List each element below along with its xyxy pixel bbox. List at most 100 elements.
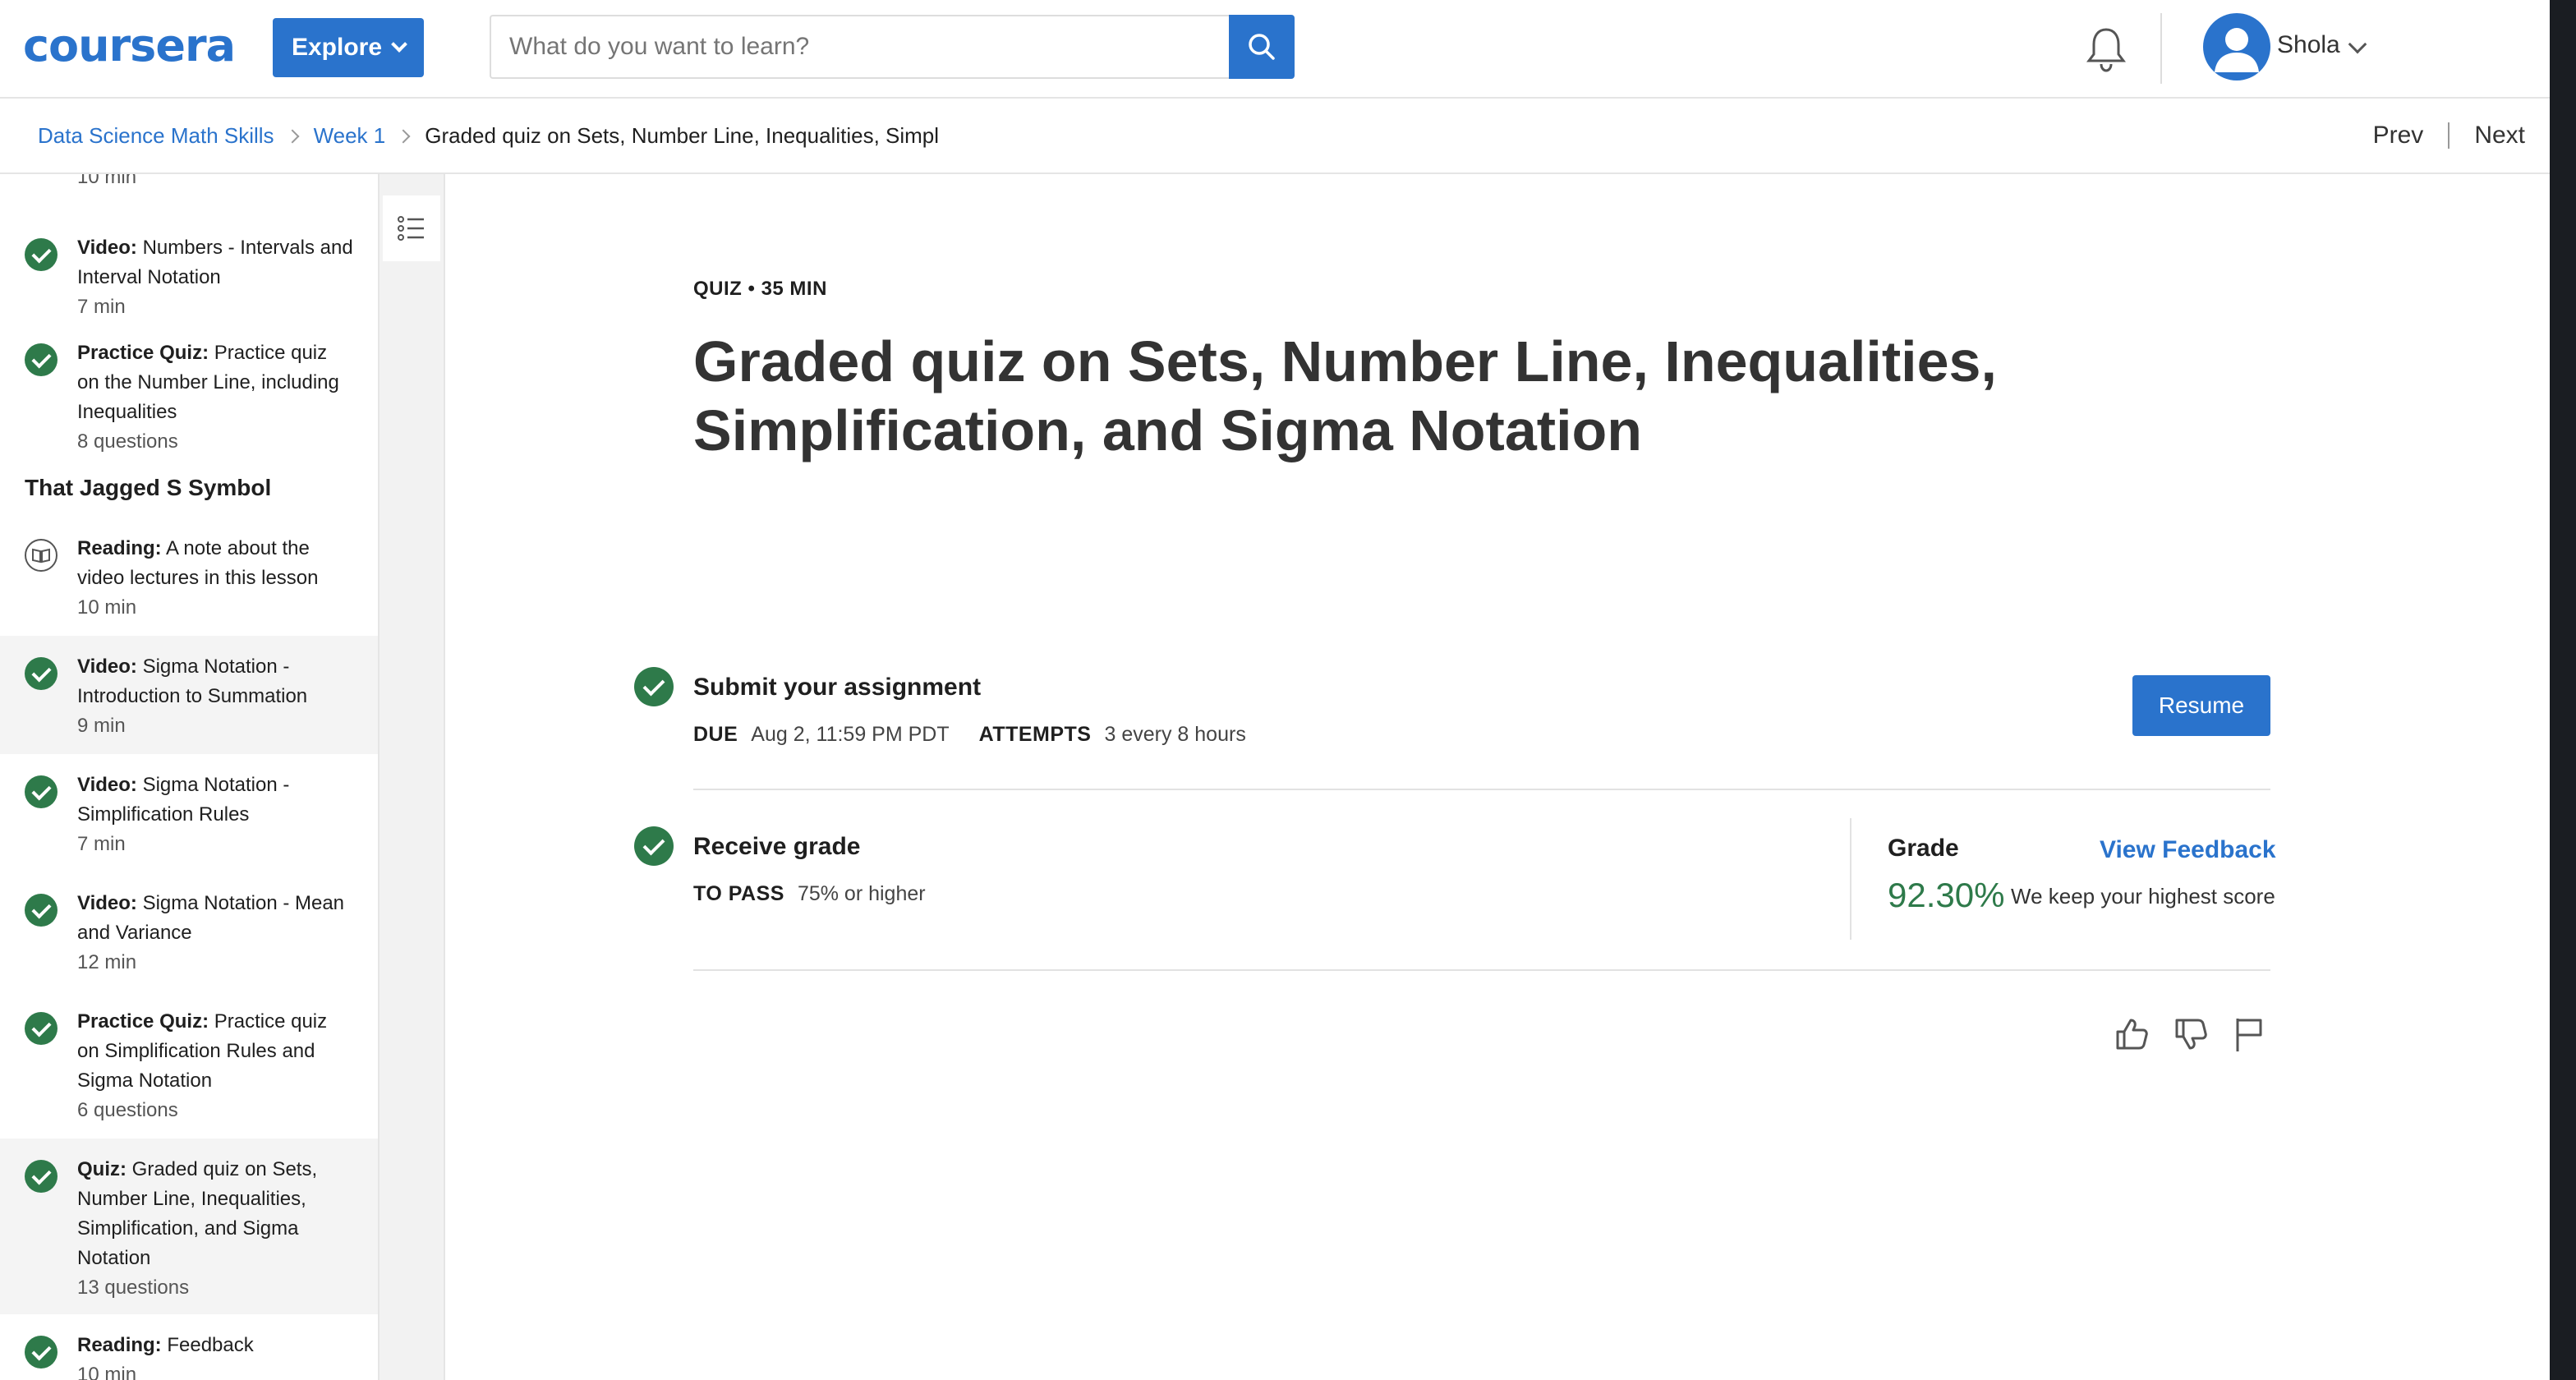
sidebar-item-meta: 13 questions xyxy=(77,1276,190,1299)
check-circle-icon xyxy=(25,343,58,376)
search-input[interactable] xyxy=(490,15,1229,79)
breadcrumb-course[interactable]: Data Science Math Skills xyxy=(38,123,274,149)
sidebar-item-meta: 9 min xyxy=(77,715,126,737)
sidebar-item-type: Video: xyxy=(77,656,137,678)
grade-value: 92.30% xyxy=(1888,876,2005,914)
check-circle-icon xyxy=(25,1336,58,1368)
username[interactable]: Shola xyxy=(2277,31,2340,59)
prev-button[interactable]: Prev xyxy=(2373,122,2424,150)
bell-icon[interactable] xyxy=(2083,25,2129,74)
sidebar-item[interactable]: Reading: A note about the video lectures… xyxy=(0,518,378,636)
grade-divider xyxy=(1850,818,1852,940)
check-circle-icon xyxy=(634,826,674,866)
outline-toggle-button[interactable] xyxy=(383,196,440,261)
submit-step-title: Submit your assignment xyxy=(693,674,982,701)
view-feedback-link[interactable]: View Feedback xyxy=(2100,836,2276,864)
sidebar-item-title: Feedback xyxy=(167,1334,254,1356)
search-icon xyxy=(1249,34,1275,60)
sidebar-item-text: Quiz: Graded quiz on Sets, Number Line, … xyxy=(77,1155,353,1303)
sidebar-item-meta: 10 min xyxy=(77,596,137,619)
grade-label: Grade xyxy=(1888,835,1959,862)
sidebar-toggle-strip xyxy=(380,174,445,1380)
prev-next-nav: Prev Next xyxy=(2373,122,2525,150)
grade-note: We keep your highest score xyxy=(2011,884,2275,908)
window-edge xyxy=(2550,0,2576,1380)
to-pass-label: TO PASS xyxy=(693,882,784,905)
sidebar-item-type: Practice Quiz: xyxy=(77,1010,209,1033)
explore-label: Explore xyxy=(291,34,383,61)
sidebar-item-text: Video: Sigma Notation - Introduction to … xyxy=(77,652,353,741)
flag-icon[interactable] xyxy=(2229,1014,2270,1055)
sidebar-item[interactable]: Practice Quiz: Practice quiz on Simplifi… xyxy=(0,991,378,1138)
explore-button[interactable]: Explore xyxy=(273,18,424,77)
thumbs-up-icon[interactable] xyxy=(2111,1014,2152,1055)
sidebar-item-meta: 7 min xyxy=(77,296,126,318)
chevron-down-icon xyxy=(391,36,407,53)
sidebar-section-title: That Jagged S Symbol xyxy=(25,475,272,500)
thumbs-down-icon[interactable] xyxy=(2170,1014,2211,1055)
receive-step-title: Receive grade xyxy=(693,833,861,860)
sidebar-item-meta: 10 min xyxy=(77,1364,137,1380)
next-button[interactable]: Next xyxy=(2474,122,2525,150)
avatar-icon[interactable] xyxy=(2203,13,2270,80)
page-title: Graded quiz on Sets, Number Line, Inequa… xyxy=(693,329,1997,462)
check-circle-icon xyxy=(25,1160,58,1193)
header-divider xyxy=(2160,13,2162,84)
sidebar-item[interactable]: Reading: Feedback 10 min xyxy=(0,1314,378,1380)
sidebar-item-text: Video: Numbers - Intervals and Interval … xyxy=(77,233,353,322)
due-label: DUE xyxy=(693,723,738,746)
attempts-label: ATTEMPTS xyxy=(978,723,1092,746)
chevron-right-icon xyxy=(396,129,411,143)
breadcrumb: Data Science Math Skills Week 1 Graded q… xyxy=(38,123,939,149)
to-pass-value: 75% or higher xyxy=(797,882,926,905)
check-circle-icon xyxy=(25,1012,58,1045)
item-kicker: QUIZ • 35 MIN xyxy=(693,278,827,300)
sidebar-item-current[interactable]: Quiz: Graded quiz on Sets, Number Line, … xyxy=(0,1138,378,1314)
top-navigation-bar: coursera Explore Shola xyxy=(0,0,2576,99)
attempts-value: 3 every 8 hours xyxy=(1104,723,1246,746)
sidebar-item[interactable]: Video: Sigma Notation - Mean and Varianc… xyxy=(0,872,378,991)
sidebar-item-type: Video: xyxy=(77,774,137,796)
receive-step-meta: TO PASS 75% or higher xyxy=(693,882,955,906)
sidebar-item[interactable]: Video: Sigma Notation - Introduction to … xyxy=(0,636,378,754)
breadcrumb-week[interactable]: Week 1 xyxy=(314,123,386,149)
sidebar-item-type: Practice Quiz: xyxy=(77,342,209,364)
sidebar-item[interactable]: Video: Numbers - Intervals and Interval … xyxy=(0,204,378,322)
check-circle-icon xyxy=(634,667,674,706)
check-circle-icon xyxy=(25,657,58,690)
chevron-right-icon xyxy=(285,129,300,143)
submit-step-meta: DUE Aug 2, 11:59 PM PDT ATTEMPTS 3 every… xyxy=(693,723,1276,747)
quiz-main-content: QUIZ • 35 MIN Graded quiz on Sets, Numbe… xyxy=(445,174,2576,1380)
check-circle-icon xyxy=(25,775,58,808)
sidebar-item-type: Video: xyxy=(77,237,137,259)
sidebar-item-text: Practice Quiz: Practice quiz on Simplifi… xyxy=(77,1007,353,1125)
sidebar-item-meta: 7 min xyxy=(77,833,126,855)
sidebar-item-text: Reading: A note about the video lectures… xyxy=(77,534,353,623)
sidebar-item-text: Video: Sigma Notation - Simplification R… xyxy=(77,770,353,859)
sidebar-item-meta: 8 questions xyxy=(77,430,178,453)
sidebar-item[interactable]: Video: Sigma Notation - Simplification R… xyxy=(0,754,378,872)
divider xyxy=(693,789,2270,790)
sidebar-item-meta: 12 min xyxy=(77,951,137,973)
divider xyxy=(693,969,2270,971)
coursera-logo[interactable]: coursera xyxy=(23,20,236,71)
breadcrumb-bar: Data Science Math Skills Week 1 Graded q… xyxy=(0,99,2576,174)
list-icon xyxy=(398,216,424,241)
chevron-down-icon[interactable] xyxy=(2348,34,2367,54)
sidebar-item-type: Video: xyxy=(77,892,137,914)
sidebar-item-text: Video: Sigma Notation - Mean and Varianc… xyxy=(77,889,353,978)
sidebar-item-meta: 6 questions xyxy=(77,1099,178,1121)
sidebar-item-type: Reading: xyxy=(77,537,162,559)
sidebar-item-text: Reading: Feedback 10 min xyxy=(77,1331,353,1380)
sidebar-item-meta-partial: 10 min xyxy=(77,174,137,188)
search-button[interactable] xyxy=(1229,15,1295,79)
sidebar-item[interactable]: Practice Quiz: Practice quiz on the Numb… xyxy=(0,322,378,462)
check-circle-icon xyxy=(25,238,58,271)
prev-next-divider xyxy=(2448,122,2450,149)
resume-button[interactable]: Resume xyxy=(2132,675,2270,736)
course-outline-sidebar[interactable]: 10 min Video: Numbers - Intervals and In… xyxy=(0,174,380,1380)
sidebar-item-type: Reading: xyxy=(77,1334,162,1356)
breadcrumb-current: Graded quiz on Sets, Number Line, Inequa… xyxy=(425,123,940,148)
sidebar-item-type: Quiz: xyxy=(77,1158,126,1180)
sidebar-item-text: Practice Quiz: Practice quiz on the Numb… xyxy=(77,338,353,457)
